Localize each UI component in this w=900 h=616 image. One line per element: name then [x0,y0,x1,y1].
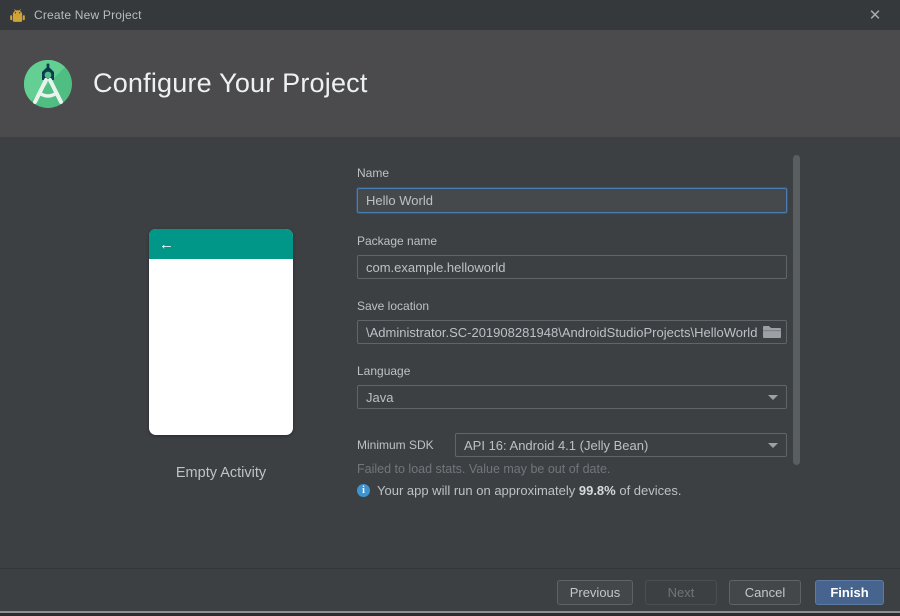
device-coverage-percent: 99.8% [578,483,616,498]
cancel-button[interactable]: Cancel [729,580,801,605]
name-input[interactable] [357,188,787,213]
android-icon [10,8,25,22]
device-coverage-text: Your app will run on approximately 99.8%… [377,483,682,498]
window-titlebar: Create New Project ✕ [0,0,900,30]
info-icon: i [357,484,370,497]
minimum-sdk-dropdown[interactable]: API 16: Android 4.1 (Jelly Bean) [455,433,787,457]
minimum-sdk-label: Minimum SDK [357,438,434,452]
android-studio-logo-icon [24,59,72,108]
package-name-input[interactable] [357,255,787,279]
finish-button[interactable]: Finish [815,580,884,605]
folder-browse-icon[interactable] [763,325,781,338]
chevron-down-icon [768,394,778,400]
activity-caption: Empty Activity [175,465,267,481]
page-title: Configure Your Project [93,68,368,98]
minimum-sdk-value: API 16: Android 4.1 (Jelly Bean) [464,437,649,453]
language-value: Java [366,389,394,405]
close-icon[interactable]: ✕ [860,0,890,30]
stats-warning-text: Failed to load stats. Value may be out o… [357,462,611,476]
activity-preview-card: ← [149,229,293,435]
window-title: Create New Project [34,8,142,22]
save-location-label: Save location [357,299,430,313]
preview-appbar: ← [149,229,293,259]
save-location-input[interactable] [357,320,787,344]
device-coverage-row: i Your app will run on approximately 99.… [357,483,682,498]
window-bottom-edge [0,611,900,616]
name-label: Name [357,166,390,180]
next-button[interactable]: Next [645,580,717,605]
language-dropdown[interactable]: Java [357,385,787,409]
wizard-footer: Previous Next Cancel Finish [0,568,900,611]
language-label: Language [357,364,411,378]
package-name-label: Package name [357,234,438,248]
previous-button[interactable]: Previous [557,580,633,605]
chevron-down-icon [768,442,778,448]
wizard-header: Configure Your Project [0,30,900,137]
wizard-body: ← Empty Activity Name Package name Save … [0,137,900,568]
create-new-project-dialog: Create New Project ✕ Configure Your Proj… [0,0,900,616]
vertical-scrollbar[interactable] [793,155,800,465]
back-arrow-icon: ← [159,235,174,253]
